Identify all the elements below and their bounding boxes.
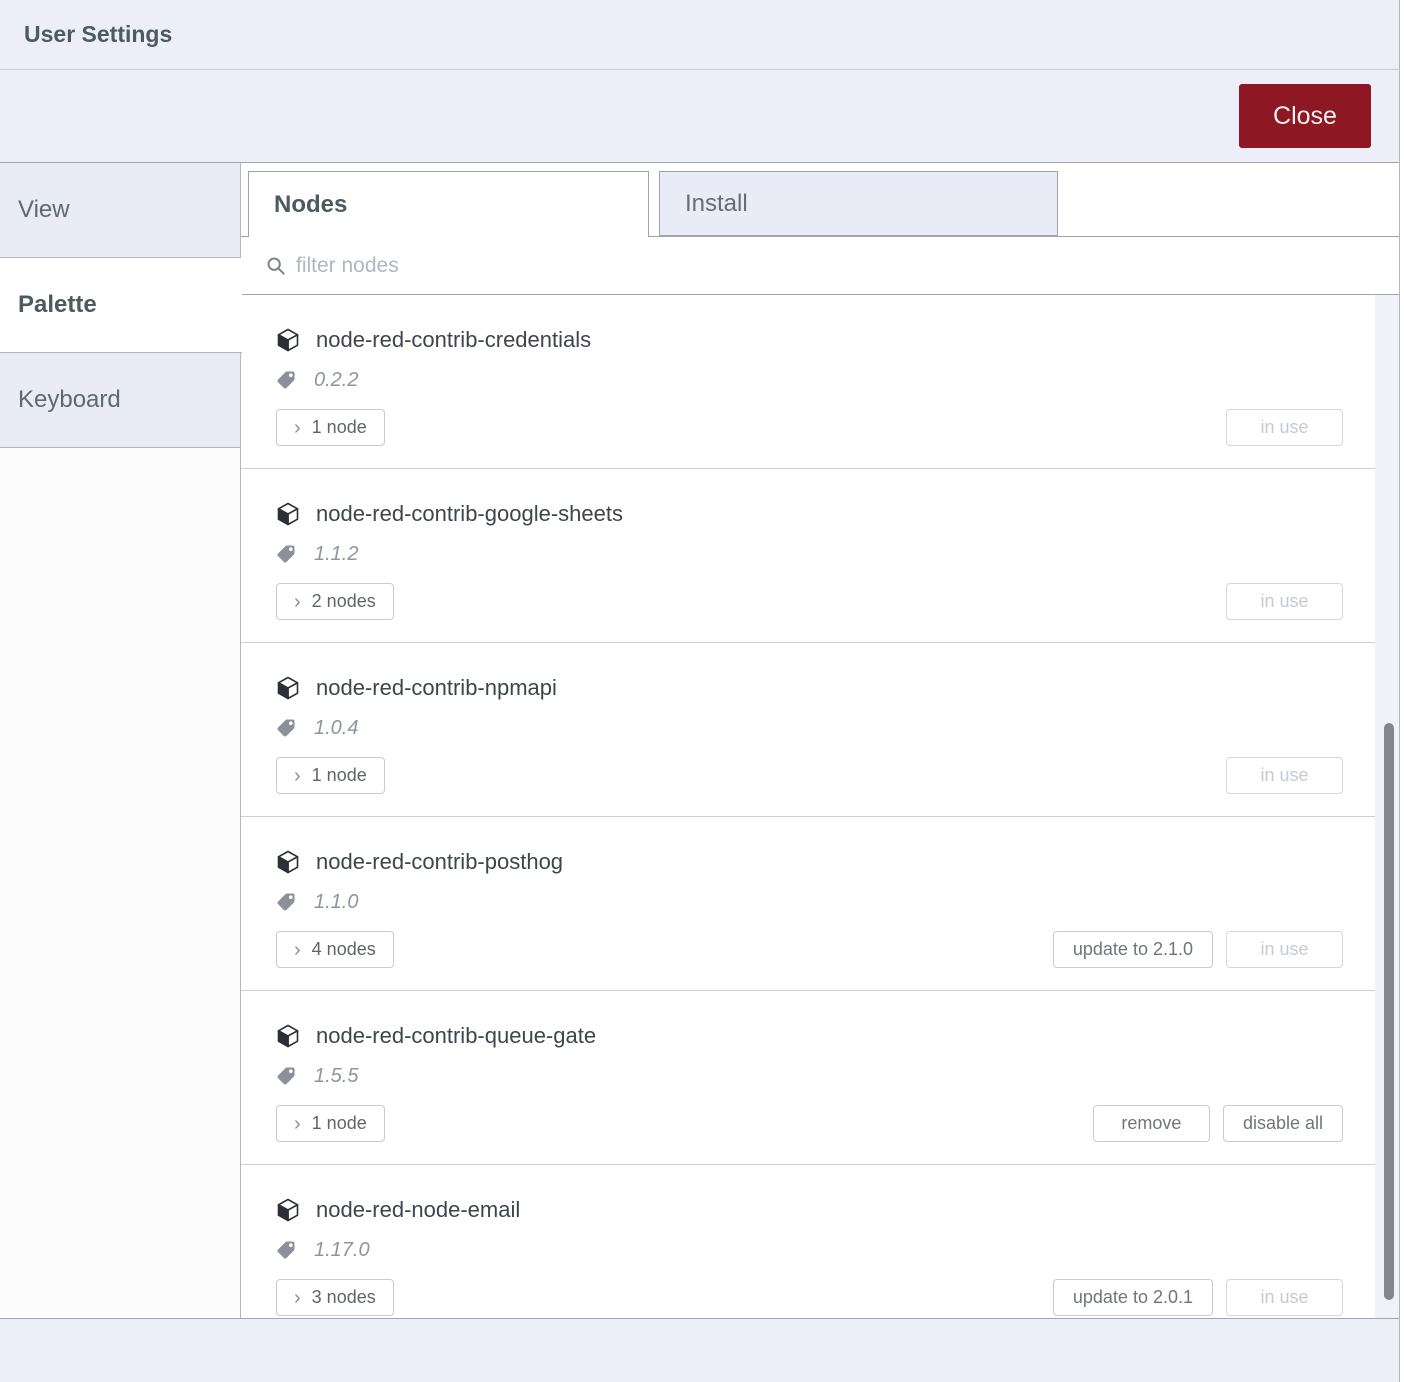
sidebar-tab-keyboard[interactable]: Keyboard bbox=[0, 353, 240, 448]
package-version: 1.1.0 bbox=[314, 891, 358, 914]
package-cube-icon bbox=[276, 502, 300, 526]
package-actions: update to 2.0.1 in use bbox=[1053, 1279, 1343, 1316]
package-version: 1.17.0 bbox=[314, 1239, 370, 1262]
settings-sidebar: View Palette Keyboard bbox=[0, 163, 241, 1318]
in-use-button[interactable]: in use bbox=[1226, 583, 1343, 620]
palette-tab-row: Nodes Install bbox=[241, 163, 1399, 237]
chevron-right-icon: › bbox=[294, 1289, 301, 1307]
node-count-label: 4 nodes bbox=[312, 939, 376, 960]
node-count-button[interactable]: › 4 nodes bbox=[276, 931, 394, 968]
search-icon bbox=[266, 256, 286, 276]
package-item: node-red-contrib-queue-gate 1.5.5 › 1 no… bbox=[241, 991, 1375, 1165]
tab-install[interactable]: Install bbox=[659, 171, 1058, 236]
node-count-button[interactable]: › 1 node bbox=[276, 1105, 385, 1142]
dialog-title: User Settings bbox=[24, 21, 172, 48]
package-cube-icon bbox=[276, 1024, 300, 1048]
node-count-label: 1 node bbox=[312, 1113, 367, 1134]
update-button[interactable]: update to 2.1.0 bbox=[1053, 931, 1213, 968]
package-cube-icon bbox=[276, 328, 300, 352]
package-actions: in use bbox=[1226, 409, 1343, 446]
user-settings-dialog: User Settings Close View Palette Keyboar… bbox=[0, 0, 1400, 1382]
tag-icon bbox=[276, 544, 296, 564]
package-version: 0.2.2 bbox=[314, 369, 358, 392]
package-item: node-red-contrib-google-sheets 1.1.2 › 2… bbox=[241, 469, 1375, 643]
chevron-right-icon: › bbox=[294, 767, 301, 785]
package-item: node-red-node-email 1.17.0 › 3 nodes upd… bbox=[241, 1165, 1375, 1318]
scrollbar-thumb[interactable] bbox=[1384, 723, 1394, 1300]
package-cube-icon bbox=[276, 676, 300, 700]
package-scroll-area: node-red-contrib-credentials 0.2.2 › 1 n… bbox=[241, 295, 1399, 1318]
close-button[interactable]: Close bbox=[1239, 84, 1371, 148]
in-use-button[interactable]: in use bbox=[1226, 1279, 1343, 1316]
tag-icon bbox=[276, 1066, 296, 1086]
package-list: node-red-contrib-credentials 0.2.2 › 1 n… bbox=[241, 295, 1375, 1318]
package-actions: remove disable all bbox=[1093, 1105, 1343, 1142]
package-actions: update to 2.1.0 in use bbox=[1053, 931, 1343, 968]
node-count-button[interactable]: › 1 node bbox=[276, 757, 385, 794]
sidebar-tab-view[interactable]: View bbox=[0, 163, 240, 258]
dialog-toolbar: Close bbox=[0, 70, 1399, 163]
package-name: node-red-contrib-npmapi bbox=[316, 673, 557, 703]
tag-icon bbox=[276, 1240, 296, 1260]
node-count-label: 1 node bbox=[312, 765, 367, 786]
node-count-button[interactable]: › 1 node bbox=[276, 409, 385, 446]
update-button[interactable]: update to 2.0.1 bbox=[1053, 1279, 1213, 1316]
package-version: 1.1.2 bbox=[314, 543, 358, 566]
package-item: node-red-contrib-npmapi 1.0.4 › 1 node i… bbox=[241, 643, 1375, 817]
package-version: 1.5.5 bbox=[314, 1065, 358, 1088]
in-use-button[interactable]: in use bbox=[1226, 931, 1343, 968]
chevron-right-icon: › bbox=[294, 1115, 301, 1133]
package-name: node-red-node-email bbox=[316, 1195, 520, 1225]
chevron-right-icon: › bbox=[294, 419, 301, 437]
dialog-body: View Palette Keyboard Nodes Install bbox=[0, 163, 1399, 1318]
remove-button[interactable]: remove bbox=[1093, 1105, 1210, 1142]
filter-bar bbox=[241, 237, 1399, 295]
scrollbar-track[interactable] bbox=[1375, 295, 1399, 1318]
tag-icon bbox=[276, 718, 296, 738]
tab-nodes[interactable]: Nodes bbox=[248, 171, 649, 237]
node-count-label: 2 nodes bbox=[312, 591, 376, 612]
palette-panel: Nodes Install node-red-contrib-credentia… bbox=[241, 163, 1399, 1318]
package-name: node-red-contrib-credentials bbox=[316, 325, 591, 355]
node-count-button[interactable]: › 2 nodes bbox=[276, 583, 394, 620]
sidebar-tab-palette[interactable]: Palette bbox=[0, 258, 242, 353]
node-count-label: 3 nodes bbox=[312, 1287, 376, 1308]
package-item: node-red-contrib-posthog 1.1.0 › 4 nodes… bbox=[241, 817, 1375, 991]
chevron-right-icon: › bbox=[294, 593, 301, 611]
disable-all-button[interactable]: disable all bbox=[1223, 1105, 1343, 1142]
package-name: node-red-contrib-posthog bbox=[316, 847, 563, 877]
chevron-right-icon: › bbox=[294, 941, 301, 959]
filter-input[interactable] bbox=[296, 254, 896, 278]
dialog-footer bbox=[0, 1318, 1399, 1382]
package-cube-icon bbox=[276, 850, 300, 874]
package-item: node-red-contrib-credentials 0.2.2 › 1 n… bbox=[241, 295, 1375, 469]
package-actions: in use bbox=[1226, 583, 1343, 620]
tag-icon bbox=[276, 892, 296, 912]
in-use-button[interactable]: in use bbox=[1226, 757, 1343, 794]
tag-icon bbox=[276, 370, 296, 390]
in-use-button[interactable]: in use bbox=[1226, 409, 1343, 446]
package-actions: in use bbox=[1226, 757, 1343, 794]
package-name: node-red-contrib-queue-gate bbox=[316, 1021, 596, 1051]
node-count-button[interactable]: › 3 nodes bbox=[276, 1279, 394, 1316]
node-count-label: 1 node bbox=[312, 417, 367, 438]
dialog-header: User Settings bbox=[0, 0, 1399, 70]
package-name: node-red-contrib-google-sheets bbox=[316, 499, 623, 529]
package-cube-icon bbox=[276, 1198, 300, 1222]
package-version: 1.0.4 bbox=[314, 717, 358, 740]
